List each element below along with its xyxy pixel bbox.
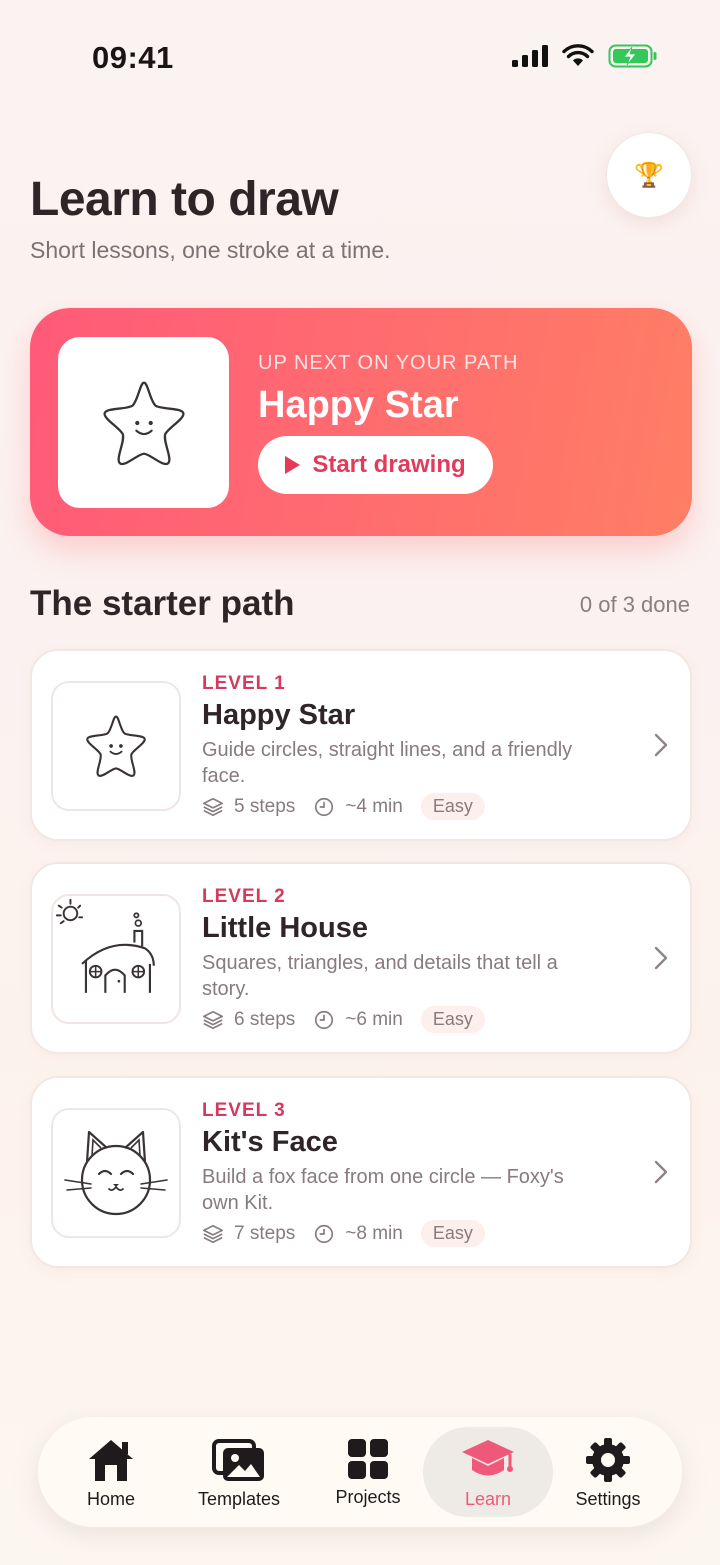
tab-settings[interactable]: Settings: [543, 1427, 673, 1517]
home-icon: [89, 1440, 133, 1481]
bottom-tab-bar: Home Templates Projects Learn Settings: [38, 1417, 682, 1527]
page-title: Learn to draw: [30, 173, 339, 226]
status-bar: 09:41: [0, 0, 720, 110]
star-drawing-icon: [102, 381, 185, 465]
clock-icon: [315, 1224, 334, 1243]
duration: ~8 min: [345, 1222, 403, 1244]
difficulty-badge: Easy: [420, 793, 485, 820]
lesson-title: Happy Star: [202, 699, 356, 731]
start-drawing-label: Start drawing: [312, 451, 466, 478]
lesson-level: LEVEL 2: [202, 886, 286, 907]
trophy-button[interactable]: 🏆: [606, 132, 692, 218]
grid-icon: [348, 1439, 388, 1479]
lesson-thumbnail: [51, 894, 181, 1024]
section-title: The starter path: [30, 584, 295, 623]
tab-home[interactable]: Home: [46, 1427, 176, 1517]
duration-meta: ~6 min: [313, 1009, 403, 1031]
steps-count: 6 steps: [234, 1008, 296, 1030]
lesson-title: Kit's Face: [202, 1126, 338, 1158]
steps-meta: 6 steps: [202, 1009, 295, 1031]
chevron-right-icon: [654, 1160, 668, 1184]
start-drawing-button[interactable]: Start drawing: [258, 436, 493, 494]
difficulty-badge: Easy: [420, 1006, 485, 1033]
hero-eyebrow: UP NEXT ON YOUR PATH: [258, 352, 519, 374]
play-icon: [285, 456, 301, 474]
lesson-thumbnail: [51, 1108, 181, 1238]
trophy-icon: 🏆: [634, 161, 664, 189]
lesson-card-1[interactable]: LEVEL 1 Happy Star Guide circles, straig…: [30, 649, 692, 841]
steps-count: 7 steps: [234, 1222, 296, 1244]
layers-icon: [203, 1224, 223, 1243]
status-time: 09:41: [92, 40, 174, 75]
page-subtitle: Short lessons, one stroke at a time.: [30, 237, 391, 263]
lesson-meta: 6 steps ~6 min Easy: [202, 1006, 485, 1033]
lesson-thumbnail: [51, 681, 181, 811]
steps-meta: 7 steps: [202, 1223, 295, 1245]
hero-title: Happy Star: [258, 384, 459, 426]
lesson-meta: 5 steps ~4 min Easy: [202, 793, 485, 820]
tab-learn[interactable]: Learn: [423, 1427, 553, 1517]
steps-meta: 5 steps: [202, 796, 295, 818]
graduation-cap-icon: [462, 1440, 514, 1476]
hero-thumbnail: [58, 337, 229, 508]
clock-icon: [315, 797, 334, 816]
duration-meta: ~8 min: [313, 1223, 403, 1245]
images-icon: [212, 1439, 264, 1481]
duration-meta: ~4 min: [313, 796, 403, 818]
layers-icon: [203, 797, 223, 816]
cat-drawing-icon: [64, 1130, 168, 1216]
layers-icon: [203, 1010, 223, 1029]
gear-icon: [586, 1438, 630, 1482]
tab-projects[interactable]: Projects: [303, 1427, 433, 1517]
chevron-right-icon: [654, 733, 668, 757]
tab-label: Templates: [197, 1489, 281, 1509]
steps-count: 5 steps: [234, 795, 296, 817]
lesson-card-2[interactable]: LEVEL 2 Little House Squares, triangles,…: [30, 862, 692, 1054]
tab-label: Home: [86, 1489, 135, 1509]
house-drawing-icon: [55, 898, 155, 993]
duration: ~4 min: [345, 795, 403, 817]
lesson-card-3[interactable]: LEVEL 3 Kit's Face Build a fox face from…: [30, 1076, 692, 1268]
lesson-title: Little House: [202, 912, 368, 944]
battery-icon: [608, 44, 657, 68]
duration: ~6 min: [345, 1008, 403, 1030]
lesson-level: LEVEL 1: [202, 673, 286, 694]
tab-label: Learn: [464, 1489, 512, 1509]
progress-count: 0 of 3 done: [579, 592, 690, 617]
tab-label: Settings: [575, 1489, 641, 1509]
chevron-right-icon: [654, 946, 668, 970]
lesson-description: Build a fox face from one circle — Foxy'…: [202, 1166, 564, 1214]
tab-templates[interactable]: Templates: [174, 1427, 304, 1517]
signal-icon: [512, 45, 548, 67]
up-next-card[interactable]: UP NEXT ON YOUR PATH Happy Star Start dr…: [30, 308, 692, 536]
clock-icon: [315, 1010, 334, 1029]
lesson-meta: 7 steps ~8 min Easy: [202, 1220, 485, 1247]
lesson-description: Guide circles, straight lines, and a fri…: [202, 739, 573, 787]
tab-label: Projects: [335, 1487, 401, 1507]
status-icons: [512, 44, 658, 68]
lesson-description: Squares, triangles, and details that tel…: [202, 952, 558, 1000]
difficulty-badge: Easy: [420, 1220, 485, 1247]
lesson-level: LEVEL 3: [202, 1100, 286, 1121]
wifi-icon: [562, 44, 594, 66]
star-drawing-icon: [86, 715, 146, 777]
